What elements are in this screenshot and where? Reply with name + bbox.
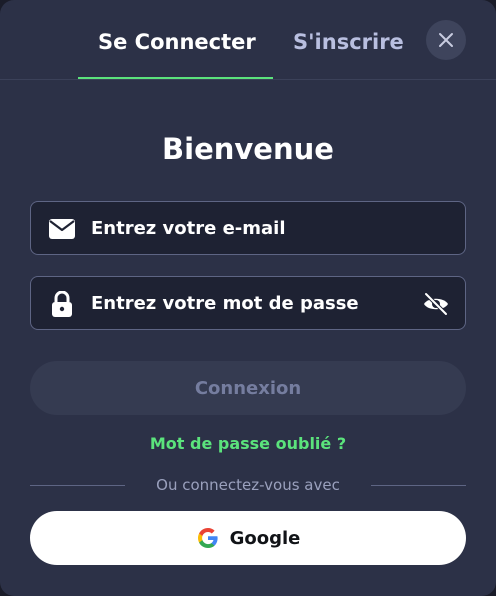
google-icon xyxy=(197,528,218,548)
google-login-button[interactable]: Google xyxy=(30,511,466,565)
close-button[interactable] xyxy=(426,20,466,60)
toggle-password-visibility-button[interactable] xyxy=(421,289,451,319)
active-tab-indicator xyxy=(78,77,273,79)
page-title: Bienvenue xyxy=(162,132,334,166)
google-button-label: Google xyxy=(229,527,301,549)
login-modal: Se Connecter S'inscrire Bienvenue Entrez… xyxy=(0,0,496,596)
password-input[interactable] xyxy=(91,277,421,329)
password-field xyxy=(30,276,466,330)
lock-icon xyxy=(48,291,76,317)
auth-tabs: Se Connecter S'inscrire xyxy=(0,0,496,80)
eye-off-icon xyxy=(424,292,448,316)
email-input[interactable] xyxy=(91,202,421,254)
close-icon xyxy=(439,33,453,47)
divider-line-right xyxy=(371,485,466,486)
forgot-password-link[interactable]: Mot de passe oublié ? xyxy=(150,434,346,453)
tab-login[interactable]: Se Connecter xyxy=(98,30,256,54)
email-field xyxy=(30,201,466,255)
envelope-icon xyxy=(48,216,76,242)
login-button[interactable]: Connexion xyxy=(30,361,466,415)
tab-register[interactable]: S'inscrire xyxy=(293,30,404,54)
forgot-password-row: Mot de passe oublié ? xyxy=(0,434,496,453)
